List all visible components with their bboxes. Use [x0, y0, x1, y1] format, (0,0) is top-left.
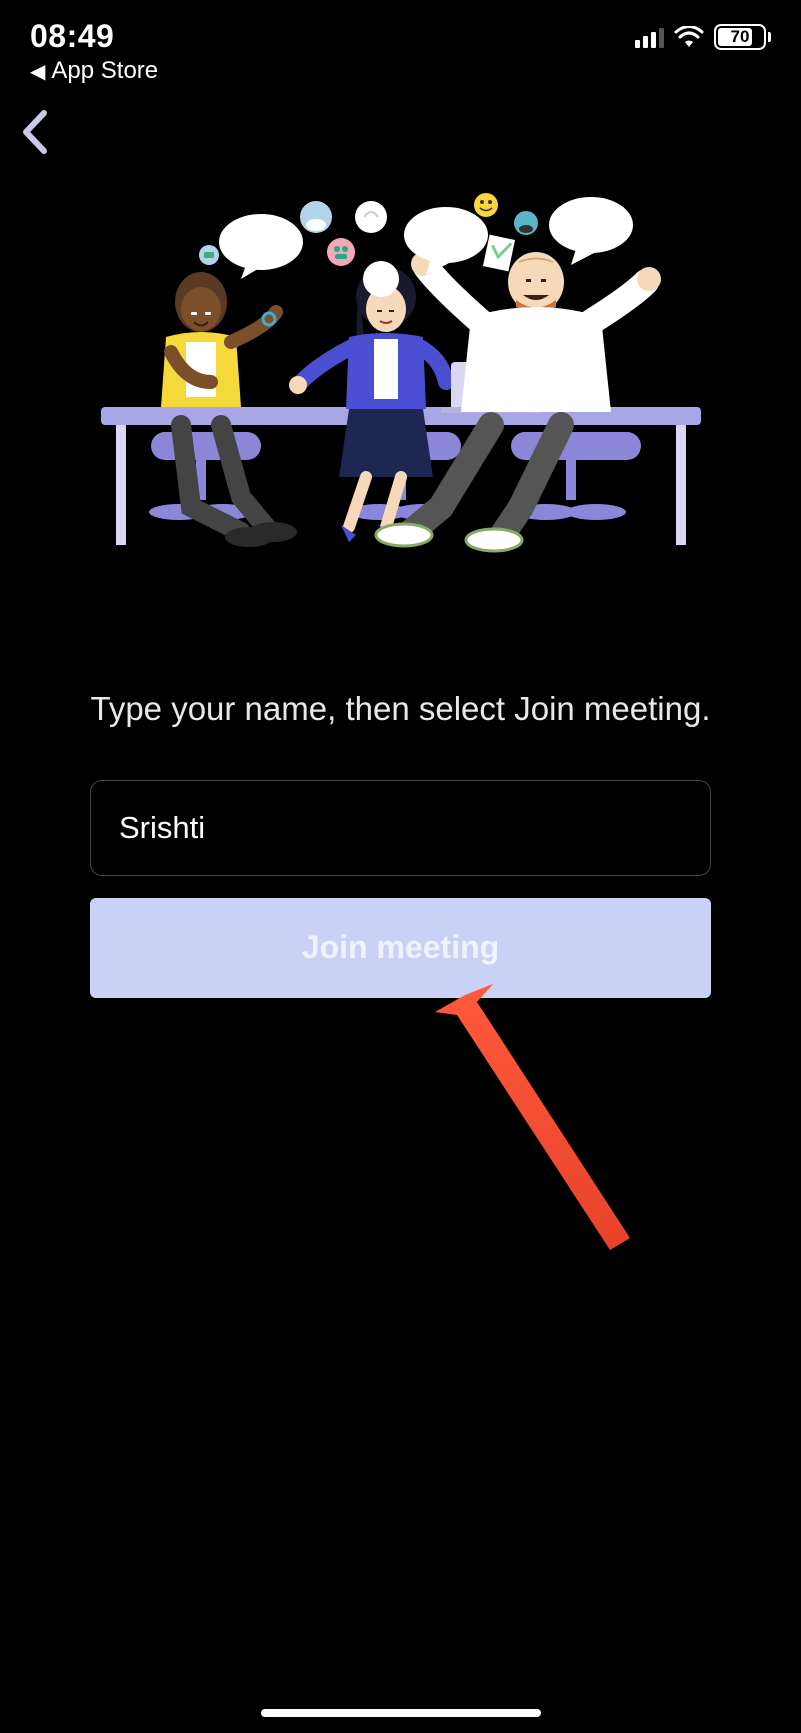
back-triangle-icon: ◀ [30, 59, 45, 84]
cellular-signal-icon [635, 26, 664, 48]
status-bar: 08:49 ◀ App Store 70 [0, 0, 801, 89]
name-input-container[interactable] [90, 780, 711, 876]
back-to-app-link[interactable]: ◀ App Store [30, 57, 158, 85]
back-button[interactable] [0, 89, 801, 157]
instruction-text: Type your name, then select Join meeting… [60, 687, 741, 732]
join-meeting-label: Join meeting [302, 929, 499, 966]
battery-indicator: 70 [714, 24, 771, 50]
join-meeting-button[interactable]: Join meeting [90, 898, 711, 998]
meeting-illustration [91, 187, 711, 587]
back-app-label: App Store [51, 57, 158, 85]
status-time: 08:49 [30, 18, 158, 55]
battery-percent: 70 [731, 27, 750, 47]
wifi-icon [674, 26, 704, 48]
name-input[interactable] [119, 810, 682, 846]
chevron-left-icon [16, 107, 56, 157]
home-indicator[interactable] [261, 1709, 541, 1717]
